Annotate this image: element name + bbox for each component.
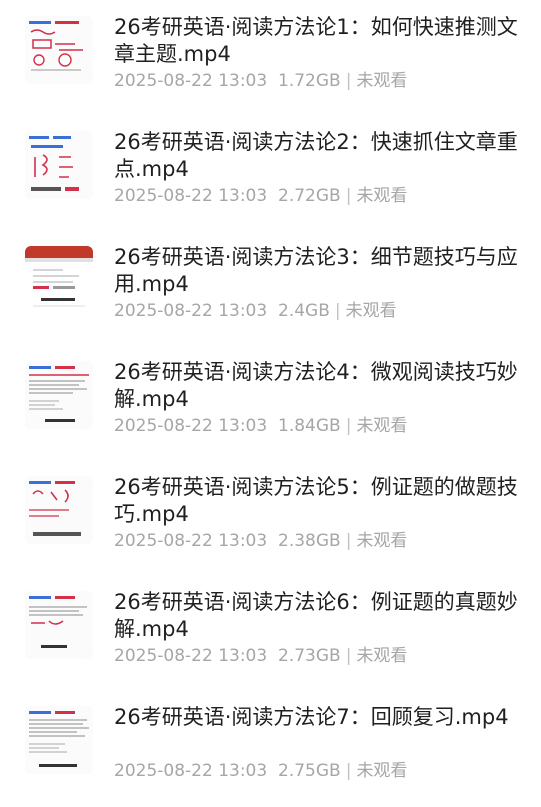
video-item[interactable]: 26考研英语·阅读方法论5：例证题的做题技巧.mp4 2025-08-22 13… bbox=[0, 474, 541, 589]
video-date: 2025-08-22 13:03 bbox=[114, 531, 268, 551]
video-title: 26考研英语·阅读方法论6：例证题的真题妙解.mp4 bbox=[114, 590, 518, 641]
video-meta: 2025-08-22 13:03 2.38GB | 未观看 bbox=[114, 530, 524, 552]
meta-separator: | bbox=[345, 646, 352, 666]
video-title: 26考研英语·阅读方法论7：回顾复习.mp4 bbox=[114, 705, 509, 729]
video-date: 2025-08-22 13:03 bbox=[114, 186, 268, 206]
video-size: 2.75GB bbox=[278, 761, 341, 781]
lecture-slide-thumbnail[interactable] bbox=[25, 706, 93, 774]
watch-status: 未观看 bbox=[356, 531, 408, 551]
video-size: 2.4GB bbox=[278, 301, 330, 321]
video-meta: 2025-08-22 13:03 1.72GB | 未观看 bbox=[114, 70, 524, 92]
watch-status: 未观看 bbox=[356, 71, 408, 91]
video-date: 2025-08-22 13:03 bbox=[114, 71, 268, 91]
watch-status: 未观看 bbox=[356, 761, 408, 781]
video-list: 26考研英语·阅读方法论1：如何快速推测文章主题.mp4 2025-08-22 … bbox=[0, 0, 541, 807]
lecture-slide-thumbnail[interactable] bbox=[25, 16, 93, 84]
video-title: 26考研英语·阅读方法论2：快速抓住文章重点.mp4 bbox=[114, 130, 518, 181]
watch-status: 未观看 bbox=[356, 416, 408, 436]
video-item[interactable]: 26考研英语·阅读方法论4：微观阅读技巧妙解.mp4 2025-08-22 13… bbox=[0, 359, 541, 474]
watch-status: 未观看 bbox=[345, 301, 397, 321]
meta-separator: | bbox=[345, 531, 352, 551]
video-item[interactable]: 26考研英语·阅读方法论6：例证题的真题妙解.mp4 2025-08-22 13… bbox=[0, 589, 541, 704]
meta-separator: | bbox=[345, 186, 352, 206]
watch-status: 未观看 bbox=[356, 646, 408, 666]
video-title: 26考研英语·阅读方法论5：例证题的做题技巧.mp4 bbox=[114, 475, 518, 526]
video-title: 26考研英语·阅读方法论3：细节题技巧与应用.mp4 bbox=[114, 245, 518, 296]
video-meta: 2025-08-22 13:03 2.73GB | 未观看 bbox=[114, 645, 524, 667]
watch-status: 未观看 bbox=[356, 186, 408, 206]
video-date: 2025-08-22 13:03 bbox=[114, 646, 268, 666]
document-screen-thumbnail[interactable] bbox=[25, 246, 93, 314]
video-size: 2.72GB bbox=[278, 186, 341, 206]
video-meta: 2025-08-22 13:03 2.75GB | 未观看 bbox=[114, 760, 524, 782]
video-item[interactable]: 26考研英语·阅读方法论7：回顾复习.mp4 2025-08-22 13:03 … bbox=[0, 704, 541, 807]
video-meta: 2025-08-22 13:03 2.4GB | 未观看 bbox=[114, 300, 524, 322]
meta-separator: | bbox=[345, 71, 352, 91]
video-size: 2.73GB bbox=[278, 646, 341, 666]
video-date: 2025-08-22 13:03 bbox=[114, 416, 268, 436]
video-size: 2.38GB bbox=[278, 531, 341, 551]
video-date: 2025-08-22 13:03 bbox=[114, 761, 268, 781]
lecture-slide-thumbnail[interactable] bbox=[25, 591, 93, 659]
meta-separator: | bbox=[334, 301, 341, 321]
video-title: 26考研英语·阅读方法论1：如何快速推测文章主题.mp4 bbox=[114, 15, 518, 66]
video-item[interactable]: 26考研英语·阅读方法论3：细节题技巧与应用.mp4 2025-08-22 13… bbox=[0, 244, 541, 359]
video-date: 2025-08-22 13:03 bbox=[114, 301, 268, 321]
meta-separator: | bbox=[345, 761, 352, 781]
video-size: 1.84GB bbox=[278, 416, 341, 436]
lecture-slide-thumbnail[interactable] bbox=[25, 131, 93, 199]
video-meta: 2025-08-22 13:03 2.72GB | 未观看 bbox=[114, 185, 524, 207]
lecture-slide-thumbnail[interactable] bbox=[25, 476, 93, 544]
lecture-slide-thumbnail[interactable] bbox=[25, 361, 93, 429]
video-item[interactable]: 26考研英语·阅读方法论1：如何快速推测文章主题.mp4 2025-08-22 … bbox=[0, 14, 541, 129]
meta-separator: | bbox=[345, 416, 352, 436]
video-meta: 2025-08-22 13:03 1.84GB | 未观看 bbox=[114, 415, 524, 437]
video-size: 1.72GB bbox=[278, 71, 341, 91]
video-item[interactable]: 26考研英语·阅读方法论2：快速抓住文章重点.mp4 2025-08-22 13… bbox=[0, 129, 541, 244]
video-title: 26考研英语·阅读方法论4：微观阅读技巧妙解.mp4 bbox=[114, 360, 518, 411]
